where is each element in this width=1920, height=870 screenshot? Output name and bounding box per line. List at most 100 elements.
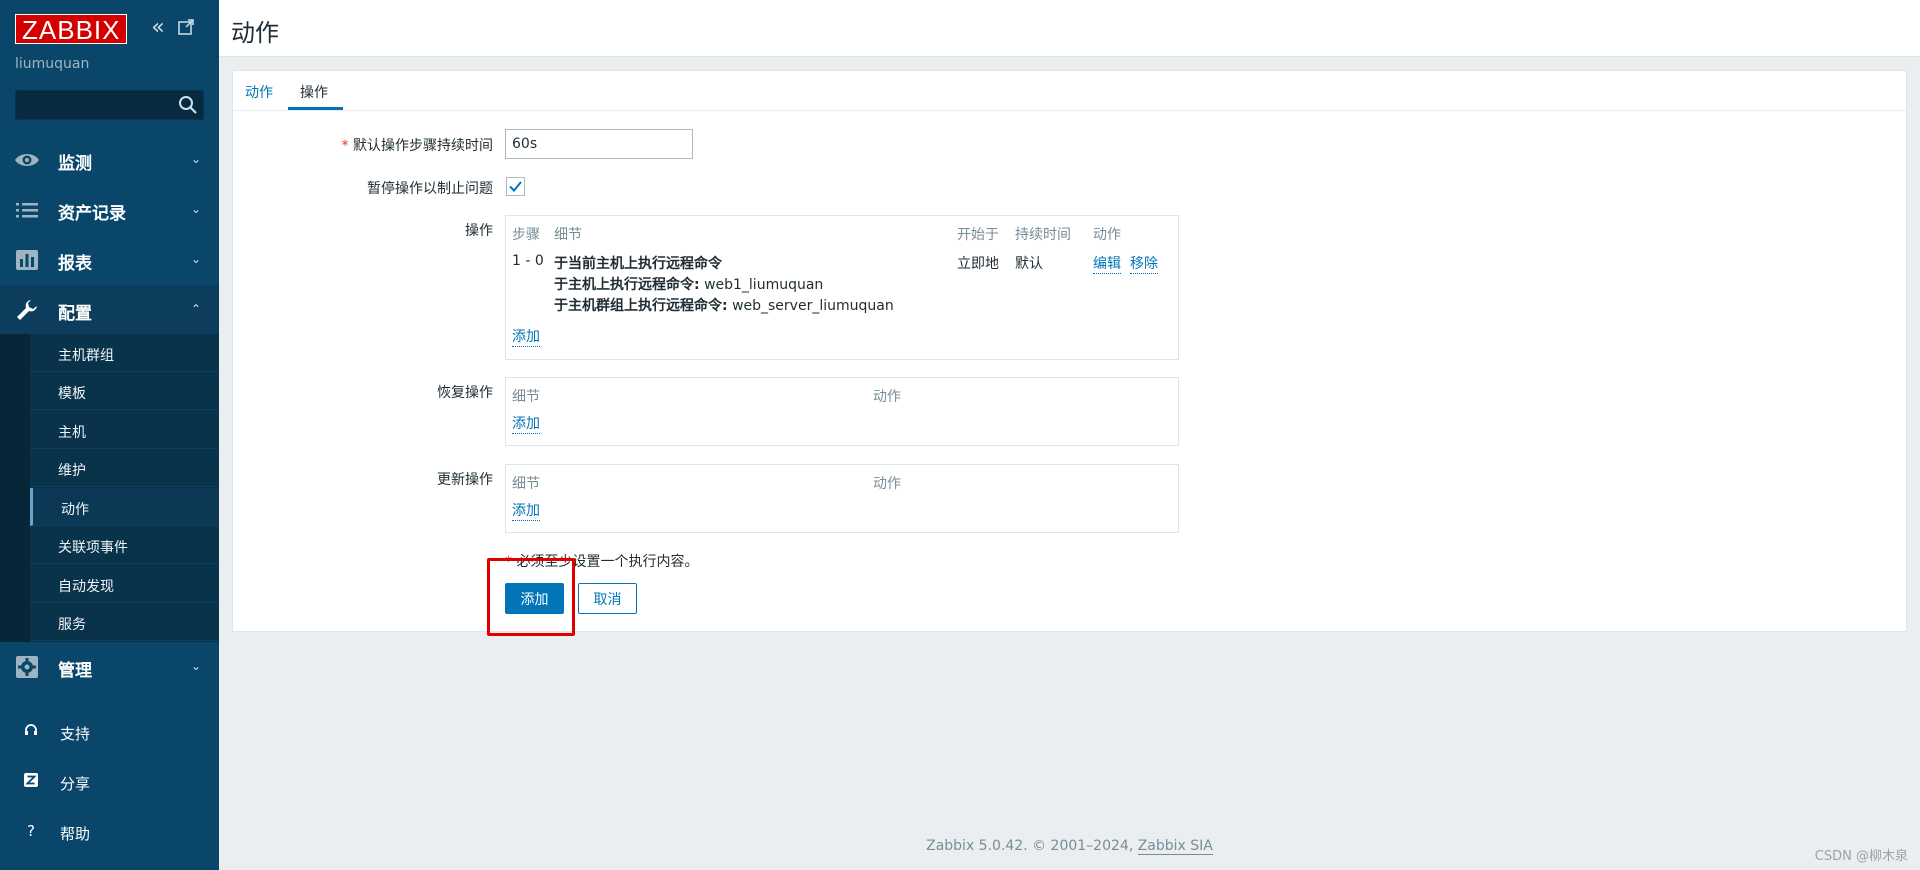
submenu-item-maintenance[interactable]: 维护 [30, 449, 219, 487]
col-details: 细节 [554, 227, 582, 243]
check-icon [509, 181, 522, 192]
search-input[interactable] [16, 91, 176, 119]
share-icon [22, 772, 40, 790]
page-header: 动作 [219, 0, 1920, 57]
col-action: 动作 [873, 476, 901, 492]
update-label: 更新操作 [437, 472, 493, 488]
action-form-card: 动作 操作 * 默认操作步骤持续时间 暂停操作以制止问题 操作 步骤 细节 开始… [232, 70, 1907, 632]
update-add-link[interactable]: 添加 [512, 500, 540, 521]
footer-text: Zabbix 5.0.42. © 2001–2024, [926, 838, 1134, 854]
footer: Zabbix 5.0.42. © 2001–2024, Zabbix SIA [219, 838, 1920, 855]
col-details: 细节 [512, 476, 540, 492]
sidebar: ZABBIX « liumuquan 监测 ⌄ 资产记录 ⌄ 报表 ⌄ 配置 ⌃… [0, 0, 219, 870]
chevron-down-icon: ⌄ [190, 152, 201, 166]
col-start: 开始于 [957, 227, 999, 243]
eye-icon [15, 154, 39, 166]
submenu-item-services[interactable]: 服务 [30, 603, 219, 641]
op-remove-link[interactable]: 移除 [1130, 253, 1158, 274]
bar-chart-icon [16, 250, 38, 270]
logo-row: ZABBIX « [15, 14, 205, 45]
submenu-label: 自动发现 [58, 579, 114, 595]
watermark: CSDN @柳木泉 [1814, 849, 1908, 864]
col-action: 动作 [1093, 227, 1121, 243]
submenu-item-event-correlation[interactable]: 关联项事件 [30, 526, 219, 564]
nav-label: 支持 [60, 725, 91, 743]
op-detail-1: 于当前主机上执行远程命令 [554, 256, 722, 272]
col-duration: 持续时间 [1015, 227, 1071, 243]
operations-label: 操作 [465, 223, 493, 239]
op-edit-link[interactable]: 编辑 [1093, 253, 1121, 274]
op-duration: 默认 [1015, 256, 1043, 272]
kiosk-mode-icon[interactable] [175, 18, 197, 40]
page-title: 动作 [231, 19, 279, 47]
submenu-label: 主机 [58, 425, 86, 441]
submenu-label: 服务 [58, 617, 86, 633]
nav-label: 监测 [58, 154, 92, 174]
search-box [15, 90, 204, 120]
chevron-down-icon: ⌄ [190, 659, 201, 673]
headset-icon [22, 722, 40, 740]
help-icon: ? [27, 822, 35, 840]
op-detail-2: 于主机上执行远程命令: web1_liumuquan [554, 277, 824, 293]
pause-label: 暂停操作以制止问题 [367, 181, 493, 197]
tab-action[interactable]: 动作 [245, 82, 273, 102]
nav-share[interactable]: 分享 [0, 761, 219, 803]
duration-label: * 默认操作步骤持续时间 [341, 138, 493, 154]
nav-support[interactable]: 支持 [0, 711, 219, 753]
submenu-item-discovery[interactable]: 自动发现 [30, 565, 219, 603]
op-detail-3: 于主机群组上执行远程命令: web_server_liumuquan [554, 298, 894, 314]
active-tab-indicator [288, 107, 343, 110]
nav-label: 配置 [58, 304, 92, 324]
username: liumuquan [15, 56, 90, 72]
nav-help[interactable]: ? 帮助 [0, 811, 219, 853]
footer-link[interactable]: Zabbix SIA [1137, 838, 1213, 855]
submenu-label: 模板 [58, 386, 86, 402]
operations-table: 步骤 细节 开始于 持续时间 动作 1 - 0 于当前主机上执行远程命令 于主机… [505, 215, 1179, 360]
nav-label: 帮助 [60, 825, 91, 843]
nav-reports[interactable]: 报表 ⌄ [0, 235, 219, 285]
submenu-item-templates[interactable]: 模板 [30, 372, 219, 410]
operations-add-link[interactable]: 添加 [512, 326, 540, 347]
submenu-item-actions[interactable]: 动作 [30, 488, 219, 526]
collapse-sidebar-icon[interactable]: « [147, 17, 169, 40]
update-operations-table: 细节 动作 添加 [505, 464, 1179, 533]
zabbix-logo[interactable]: ZABBIX [15, 14, 128, 45]
col-action: 动作 [873, 389, 901, 405]
required-note: * 必须至少设置一个执行内容。 [505, 554, 699, 570]
recovery-label: 恢复操作 [437, 385, 493, 401]
submenu-item-hosts[interactable]: 主机 [30, 411, 219, 449]
submenu-item-host-groups[interactable]: 主机群组 [30, 334, 219, 372]
nav-configuration[interactable]: 配置 ⌃ [0, 285, 219, 335]
recovery-add-link[interactable]: 添加 [512, 413, 540, 434]
chevron-down-icon: ⌄ [190, 252, 201, 266]
pause-checkbox[interactable] [506, 177, 525, 196]
nav-administration[interactable]: 管理 ⌄ [0, 642, 219, 692]
op-start: 立即地 [957, 256, 999, 272]
nav-inventory[interactable]: 资产记录 ⌄ [0, 185, 219, 235]
chevron-up-icon: ⌃ [190, 302, 201, 316]
chevron-down-icon: ⌄ [190, 202, 201, 216]
nav-label: 管理 [58, 661, 92, 681]
cancel-button[interactable]: 取消 [578, 583, 637, 614]
nav-monitoring[interactable]: 监测 ⌄ [0, 135, 219, 185]
submenu-label: 动作 [61, 502, 89, 518]
wrench-icon [17, 300, 37, 320]
gear-icon [16, 656, 38, 678]
nav-label: 分享 [60, 775, 91, 793]
submenu-indent [0, 334, 30, 642]
tab-operations[interactable]: 操作 [300, 82, 328, 102]
op-steps: 1 - 0 [512, 253, 544, 269]
col-details: 细节 [512, 389, 540, 405]
duration-input[interactable] [505, 129, 693, 159]
nav-label: 资产记录 [58, 204, 126, 224]
submenu-label: 主机群组 [58, 348, 114, 364]
submenu-label: 关联项事件 [58, 540, 128, 556]
recovery-operations-table: 细节 动作 添加 [505, 377, 1179, 446]
search-icon[interactable] [178, 95, 198, 115]
submenu-label: 维护 [58, 463, 86, 479]
add-button[interactable]: 添加 [505, 583, 564, 614]
tab-bar: 动作 操作 [233, 71, 1906, 111]
list-icon [16, 203, 38, 218]
col-steps: 步骤 [512, 227, 540, 243]
configuration-submenu: 主机群组 模板 主机 维护 动作 关联项事件 自动发现 服务 [0, 334, 219, 642]
